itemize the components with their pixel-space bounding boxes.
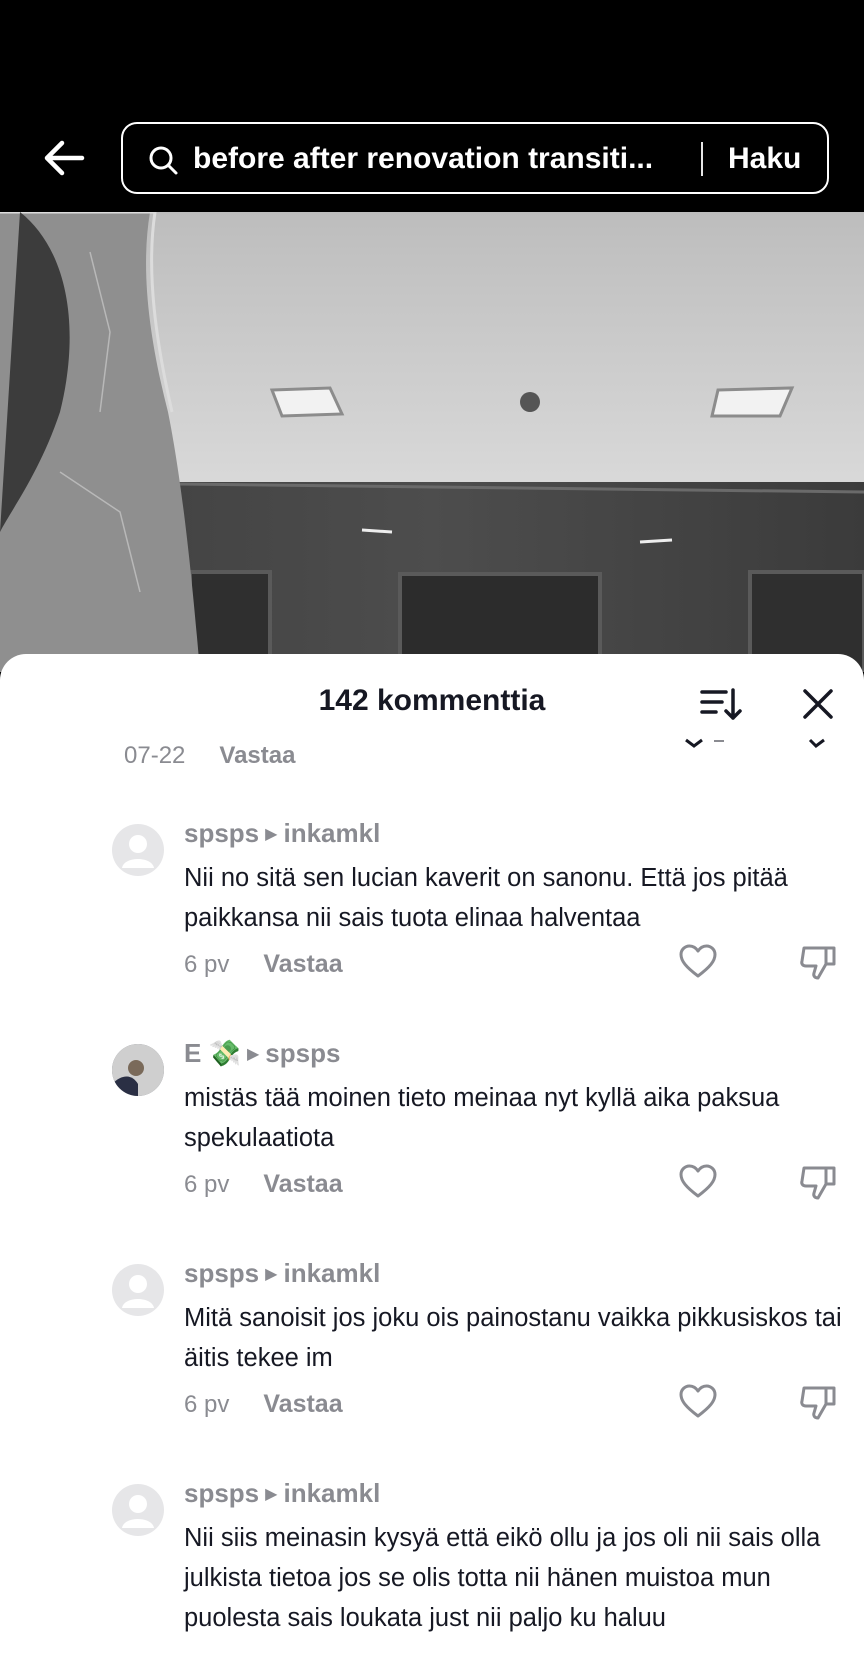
heart-icon[interactable] <box>678 1162 718 1202</box>
thumbs-down-icon[interactable] <box>798 1162 838 1202</box>
comment-username-line[interactable]: spsps ▶ inkamkl <box>184 818 380 849</box>
reply-to-username[interactable]: spsps <box>265 1038 340 1068</box>
heart-icon[interactable] <box>678 942 718 982</box>
comments-sheet: 142 kommenttia 07-22 Vastaa spsps ▶ inkamkl… <box>0 654 864 1654</box>
default-avatar-icon <box>122 1275 154 1308</box>
comment-time: 6 pv <box>184 1171 230 1198</box>
reply-button[interactable]: Vastaa <box>263 1390 342 1418</box>
thumbs-down-icon[interactable] <box>798 1382 838 1422</box>
comment-username-line[interactable]: E 💸 ▶ spsps <box>184 1038 340 1069</box>
avatar[interactable] <box>112 1484 164 1536</box>
comment-meta: 6 pv Vastaa <box>184 950 343 979</box>
comment-meta: 6 pv Vastaa <box>184 1170 343 1199</box>
comment-date: 07-22 <box>124 742 186 769</box>
reply-button[interactable]: Vastaa <box>263 950 342 978</box>
partial-action-icons <box>685 738 825 748</box>
heart-icon[interactable] <box>678 1382 718 1422</box>
back-arrow-icon[interactable] <box>38 132 90 184</box>
close-icon[interactable] <box>800 686 836 722</box>
username[interactable]: spsps <box>184 818 259 848</box>
search-divider <box>701 142 703 176</box>
thumbs-down-icon[interactable] <box>798 942 838 982</box>
search-icon <box>149 146 178 175</box>
reply-to-username[interactable]: inkamkl <box>283 1478 380 1508</box>
search-bar[interactable]: before after renovation transiti... Haku <box>121 122 829 194</box>
previous-comment-meta: 07-22 Vastaa <box>124 742 295 770</box>
comment-meta: 6 pv Vastaa <box>184 1390 343 1419</box>
video-frame <box>0 212 864 672</box>
search-button[interactable]: Haku <box>728 142 801 176</box>
sort-icon[interactable] <box>698 684 742 724</box>
avatar[interactable] <box>112 1264 164 1316</box>
video-player[interactable] <box>0 212 864 672</box>
search-input[interactable]: before after renovation transiti... <box>193 142 793 176</box>
username[interactable]: spsps <box>184 1478 259 1508</box>
reply-to-username[interactable]: inkamkl <box>283 1258 380 1288</box>
comment-text: Mitä sanoisit jos joku ois painostanu va… <box>184 1304 842 1372</box>
default-avatar-icon <box>122 1495 154 1528</box>
default-avatar-icon <box>122 835 154 868</box>
top-bar: before after renovation transiti... Haku <box>0 0 864 212</box>
caret-right-icon: ▶ <box>265 826 278 843</box>
comment-time: 6 pv <box>184 951 230 978</box>
comment-text: Nii no sitä sen lucian kaverit on sanonu… <box>184 864 788 932</box>
username[interactable]: E 💸 <box>184 1038 241 1068</box>
reply-to-username[interactable]: inkamkl <box>283 818 380 848</box>
comment-username-line[interactable]: spsps ▶ inkamkl <box>184 1478 380 1509</box>
caret-right-icon: ▶ <box>246 1046 260 1063</box>
user-photo-avatar <box>112 1044 164 1096</box>
avatar[interactable] <box>112 1044 164 1096</box>
caret-right-icon: ▶ <box>265 1266 278 1283</box>
avatar[interactable] <box>112 824 164 876</box>
reply-button[interactable]: Vastaa <box>219 742 295 769</box>
comment-text: mistäs tää moinen tieto meinaa nyt kyllä… <box>184 1084 780 1152</box>
username[interactable]: spsps <box>184 1258 259 1288</box>
caret-right-icon: ▶ <box>265 1486 278 1503</box>
comment-time: 6 pv <box>184 1391 230 1418</box>
comment-username-line[interactable]: spsps ▶ inkamkl <box>184 1258 380 1289</box>
reply-button[interactable]: Vastaa <box>263 1170 342 1198</box>
comment-text: Nii siis meinasin kysyä että eikö ollu j… <box>184 1524 821 1632</box>
